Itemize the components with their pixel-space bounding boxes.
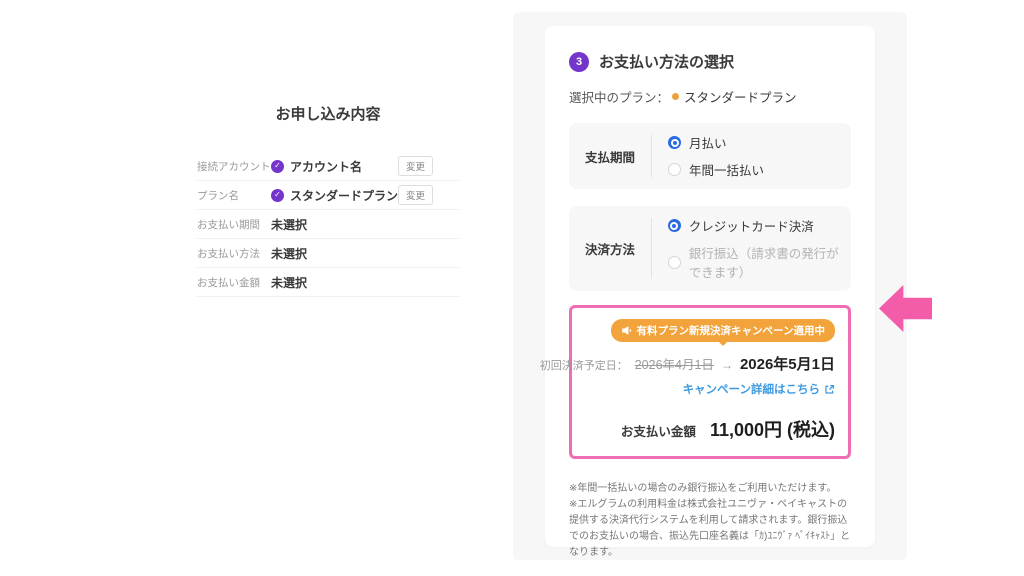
selected-plan-line: 選択中のプラン： スタンダードプラン [569, 87, 851, 106]
step-header: 3 お支払い方法の選択 [569, 51, 851, 72]
payment-method-box: 決済方法 クレジットカード決済 銀行振込（請求書の発行ができます） [569, 206, 851, 291]
row-label: プラン名 [197, 188, 271, 203]
summary-row-account: 接続アカウント ✓ アカウント名 変更 [197, 152, 459, 181]
radio-unselected-icon[interactable] [668, 163, 681, 176]
row-label: お支払い期間 [197, 217, 271, 232]
plan-dot-icon [672, 93, 679, 100]
check-circle-icon: ✓ [271, 189, 284, 202]
payment-method-label: 決済方法 [569, 216, 651, 281]
date-change-arrow: → [721, 358, 733, 372]
row-value: 未選択 [271, 274, 307, 291]
payment-period-label: 支払期間 [569, 133, 651, 179]
radio-label: 月払い [689, 133, 727, 152]
selected-plan-value: スタンダードプラン [684, 87, 797, 106]
radio-selected-icon[interactable] [668, 136, 681, 149]
radio-label: クレジットカード決済 [689, 216, 814, 235]
row-value: ✓ スタンダードプラン [271, 187, 398, 204]
payment-amount-value: 11,000円 (税込) [710, 416, 835, 442]
row-value-text: 未選択 [271, 274, 307, 291]
first-payment-date-row: 初回決済予定日： 2026年4月1日 → 2026年5月1日 [585, 353, 835, 374]
summary-row-payment-period: お支払い期間 未選択 [197, 210, 459, 239]
row-value-text: スタンダードプラン [290, 187, 398, 204]
footnote: ※年間一括払いの場合のみ銀行振込をご利用いただけます。 [569, 481, 851, 497]
radio-monthly[interactable]: 月払い [668, 133, 764, 152]
step-title: お支払い方法の選択 [599, 51, 734, 72]
change-plan-button[interactable]: 変更 [398, 185, 433, 205]
check-circle-icon: ✓ [271, 160, 284, 173]
payment-method-options: クレジットカード決済 銀行振込（請求書の発行ができます） [652, 216, 851, 281]
radio-bank-transfer[interactable]: 銀行振込（請求書の発行ができます） [668, 243, 851, 281]
row-label: 接続アカウント [197, 159, 271, 174]
megaphone-icon [621, 325, 632, 336]
row-value: 未選択 [271, 245, 307, 262]
campaign-details-link-text: キャンペーン詳細はこちら [683, 381, 820, 397]
selected-plan-label: 選択中のプラン： [569, 87, 669, 106]
summary-row-payment-amount: お支払い金額 未選択 [197, 268, 459, 297]
first-payment-date-label: 初回決済予定日： [540, 357, 628, 373]
external-link-icon [824, 384, 835, 395]
step-number-badge: 3 [569, 52, 589, 72]
payment-selection-panel: 3 お支払い方法の選択 選択中のプラン： スタンダードプラン 支払期間 月払い [513, 12, 907, 560]
row-label: お支払い金額 [197, 275, 271, 290]
radio-label: 銀行振込（請求書の発行ができます） [689, 243, 851, 281]
campaign-link-row: キャンペーン詳細はこちら [585, 380, 835, 398]
payment-period-options: 月払い 年間一括払い [652, 133, 764, 179]
row-value-text: 未選択 [271, 245, 307, 262]
payment-selection-card: 3 お支払い方法の選択 選択中のプラン： スタンダードプラン 支払期間 月払い [545, 26, 875, 547]
radio-unselected-icon[interactable] [668, 256, 681, 269]
campaign-badge: 有料プラン新規決済キャンペーン適用中 [611, 319, 835, 342]
payment-amount-row: お支払い金額 11,000円 (税込) [585, 416, 835, 442]
campaign-highlight-box: 有料プラン新規決済キャンペーン適用中 初回決済予定日： 2026年4月1日 → … [569, 305, 851, 459]
original-date: 2026年4月1日 [635, 354, 714, 373]
new-date: 2026年5月1日 [740, 353, 835, 374]
row-value-text: 未選択 [271, 216, 307, 233]
campaign-details-link[interactable]: キャンペーン詳細はこちら [683, 381, 835, 397]
change-account-button[interactable]: 変更 [398, 156, 433, 176]
radio-annual[interactable]: 年間一括払い [668, 160, 764, 179]
campaign-badge-text: 有料プラン新規決済キャンペーン適用中 [637, 323, 825, 338]
radio-credit-card[interactable]: クレジットカード決済 [668, 216, 851, 235]
footnote: ※エルグラムの利用料金は株式会社ユニヴァ・ペイキャストの提供する決済代行システム… [569, 497, 851, 561]
radio-selected-icon[interactable] [668, 219, 681, 232]
summary-row-plan: プラン名 ✓ スタンダードプラン 変更 [197, 181, 459, 210]
campaign-badge-row: 有料プラン新規決済キャンペーン適用中 [585, 319, 835, 342]
payment-amount-label: お支払い金額 [621, 421, 696, 440]
application-summary: お申し込み内容 接続アカウント ✓ アカウント名 変更 プラン名 ✓ スタンダー… [197, 103, 459, 297]
application-summary-title: お申し込み内容 [197, 103, 459, 124]
radio-label: 年間一括払い [689, 160, 764, 179]
payment-period-box: 支払期間 月払い 年間一括払い [569, 123, 851, 189]
page: お申し込み内容 接続アカウント ✓ アカウント名 変更 プラン名 ✓ スタンダー… [0, 0, 1024, 576]
row-value: 未選択 [271, 216, 307, 233]
row-value: ✓ アカウント名 [271, 158, 362, 175]
summary-row-payment-method: お支払い方法 未選択 [197, 239, 459, 268]
row-value-text: アカウント名 [290, 158, 362, 175]
row-label: お支払い方法 [197, 246, 271, 261]
footnotes: ※年間一括払いの場合のみ銀行振込をご利用いただけます。 ※エルグラムの利用料金は… [569, 481, 851, 561]
